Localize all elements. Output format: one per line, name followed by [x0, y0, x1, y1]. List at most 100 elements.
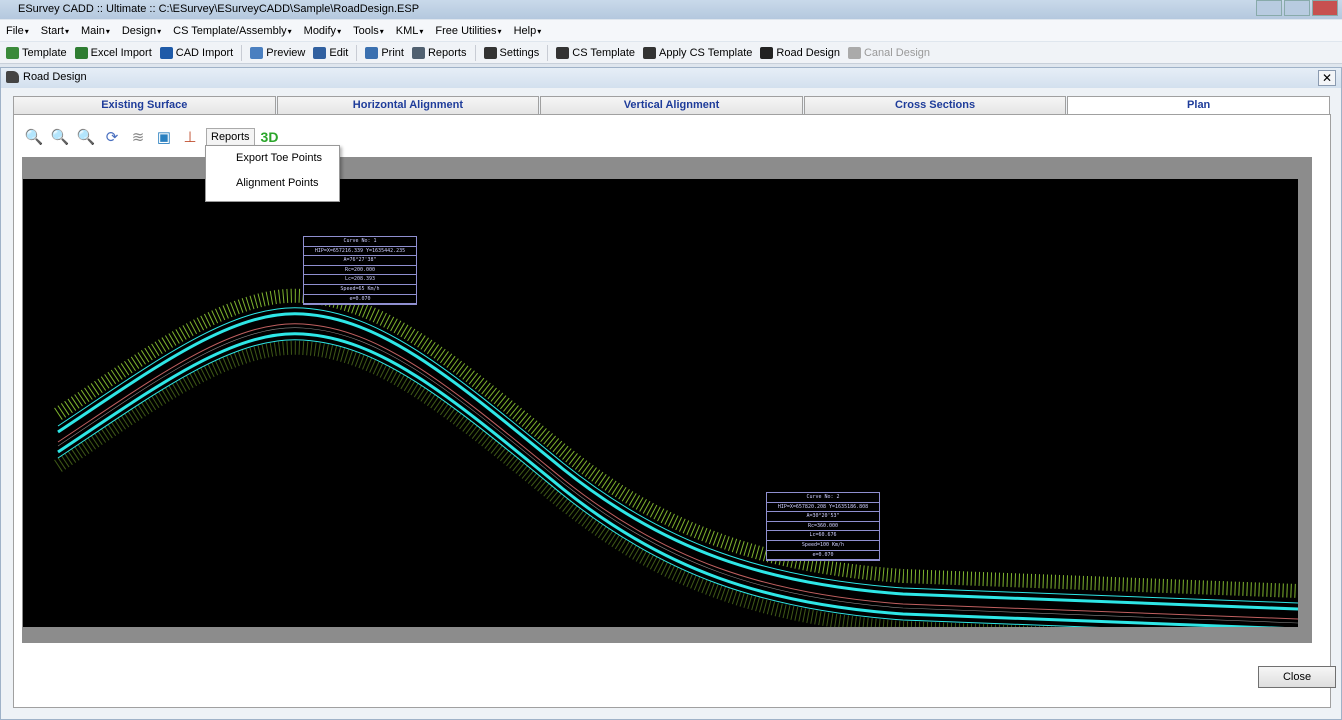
preview-icon — [250, 46, 264, 59]
toolbar-separator — [474, 44, 476, 61]
curve-2-table: Curve No: 2 HIP=X=657820.208 Y=1635186.80… — [766, 492, 880, 562]
reports-button[interactable]: Reports — [411, 46, 467, 59]
export-icon[interactable]: ⊥ — [180, 127, 200, 147]
zoom-extents-icon[interactable]: 🔍 — [24, 127, 44, 147]
menu-main[interactable]: Main — [81, 25, 110, 37]
menu-cs-template[interactable]: CS Template/Assembly — [173, 25, 292, 37]
cs-template-button[interactable]: CS Template — [556, 46, 636, 59]
apply-cs-template-button[interactable]: Apply CS Template — [643, 46, 753, 59]
menu-bar: File Start Main Design CS Template/Assem… — [0, 20, 1342, 41]
toolbar-label: Preview — [266, 46, 306, 59]
curve-table-row: Curve No: 1 — [304, 237, 416, 247]
toolbar-separator — [356, 44, 358, 61]
curve-table-row: Lc=60.676 — [767, 531, 879, 541]
toe-hatching — [58, 296, 1298, 627]
plan-panel: 🔍 🔍 🔍 ⟳ ≋ ▣ ⊥ Reports 3D Curve No: 1 HIP=… — [13, 114, 1331, 708]
layers-icon[interactable]: ≋ — [128, 127, 148, 147]
app-title-bar: ESurvey CADD :: Ultimate :: C:\ESurvey\E… — [0, 0, 1342, 19]
plan-canvas[interactable]: Curve No: 1 HIP=X=657216.339 Y=1635442.23… — [23, 179, 1298, 627]
tab-existing-surface[interactable]: Existing Surface — [13, 96, 276, 115]
toolbar-separator — [241, 44, 243, 61]
road-design-button[interactable]: Road Design — [760, 46, 840, 59]
close-button[interactable]: Close — [1258, 666, 1336, 688]
curve-table-row: Rc=200.000 — [304, 266, 416, 276]
preview-button[interactable]: Preview — [250, 46, 306, 59]
settings-icon — [483, 46, 497, 59]
print-icon — [365, 46, 379, 59]
cad-import-icon — [159, 46, 173, 59]
window-title: Road Design — [23, 71, 87, 83]
menu-item-export-toe-points[interactable]: Export Toe Points — [206, 146, 339, 171]
app-title: ESurvey CADD :: Ultimate :: C:\ESurvey\E… — [18, 3, 420, 15]
curve-table-row: A=30°20'53" — [767, 512, 879, 522]
reports-icon — [411, 46, 425, 59]
curve-table-row: Curve No: 2 — [767, 493, 879, 503]
curve-table-row: Lc=208.393 — [304, 275, 416, 285]
cs-template-icon — [556, 46, 570, 59]
settings-button[interactable]: Settings — [483, 46, 540, 59]
curve-table-row: e=0.070 — [304, 295, 416, 305]
menu-modify[interactable]: Modify — [304, 25, 341, 37]
excel-import-button[interactable]: Excel Import — [74, 46, 152, 59]
main-toolbar: Template Excel Import CAD Import Preview Edi… — [0, 42, 1342, 64]
cad-import-button[interactable]: CAD Import — [159, 46, 234, 59]
maximize-button[interactable] — [1284, 0, 1310, 16]
zoom-out-icon[interactable]: 🔍 — [50, 127, 70, 147]
template-button[interactable]: Template — [6, 46, 67, 59]
curve-table-row: HIP=X=657216.339 Y=1635442.235 — [304, 247, 416, 257]
3d-view-button[interactable]: 3D — [261, 129, 279, 145]
tab-cross-sections[interactable]: Cross Sections — [803, 96, 1067, 115]
edit-button[interactable]: Edit — [313, 46, 349, 59]
curve-table-row: Rc=360.000 — [767, 522, 879, 532]
reports-menu: Export Toe Points Alignment Points — [205, 145, 340, 202]
toolbar-label: CAD Import — [175, 46, 234, 59]
menu-kml[interactable]: KML — [396, 25, 424, 37]
edit-icon — [313, 46, 327, 59]
canal-design-button[interactable]: Canal Design — [847, 46, 931, 59]
toolbar-label: Settings — [499, 46, 540, 59]
toolbar-label: Print — [381, 46, 404, 59]
menu-tools[interactable]: Tools — [353, 25, 384, 37]
road-plan-drawing — [23, 179, 1298, 627]
curve-table-row: HIP=X=657820.208 Y=1635186.808 — [767, 503, 879, 513]
print-button[interactable]: Print — [365, 46, 404, 59]
curve-1-table: Curve No: 1 HIP=X=657216.339 Y=1635442.23… — [303, 236, 417, 306]
apply-cs-template-icon — [643, 46, 657, 59]
excel-icon — [74, 46, 88, 59]
menu-free-utilities[interactable]: Free Utilities — [435, 25, 501, 37]
toolbar-label: Apply CS Template — [659, 46, 753, 59]
toolbar-label: Template — [22, 46, 67, 59]
road-design-window: Road Design ✕ Existing Surface Horizontal… — [0, 67, 1342, 720]
road-design-icon — [760, 46, 774, 59]
tab-plan[interactable]: Plan — [1067, 96, 1330, 115]
toolbar-separator — [547, 44, 549, 61]
road-design-icon — [6, 71, 19, 83]
curve-table-row: e=0.070 — [767, 551, 879, 561]
tab-horizontal-alignment[interactable]: Horizontal Alignment — [276, 96, 540, 115]
close-app-button[interactable] — [1312, 0, 1338, 16]
toolbar-label: CS Template — [572, 46, 636, 59]
toolbar-label: Canal Design — [863, 46, 931, 59]
tab-vertical-alignment[interactable]: Vertical Alignment — [540, 96, 803, 115]
plan-view-frame: Curve No: 1 HIP=X=657216.339 Y=1635442.23… — [22, 157, 1312, 643]
window-close-icon[interactable]: ✕ — [1318, 70, 1336, 86]
toolbar-label: Edit — [329, 46, 349, 59]
zoom-in-icon[interactable]: 🔍 — [76, 127, 96, 147]
curve-table-row: Speed=65 Km/h — [304, 285, 416, 295]
menu-design[interactable]: Design — [122, 25, 161, 37]
curve-table-row: Speed=100 Km/h — [767, 541, 879, 551]
map-icon[interactable]: ▣ — [154, 127, 174, 147]
toolbar-label: Road Design — [776, 46, 840, 59]
toolbar-label: Reports — [427, 46, 467, 59]
minimize-button[interactable] — [1256, 0, 1282, 16]
refresh-icon[interactable]: ⟳ — [102, 127, 122, 147]
curve-table-row: A=76°27'38" — [304, 256, 416, 266]
toolbar-label: Excel Import — [90, 46, 152, 59]
reports-dropdown-button[interactable]: Reports — [206, 128, 255, 146]
menu-file[interactable]: File — [6, 25, 29, 37]
canal-design-icon — [847, 46, 861, 59]
menu-item-alignment-points[interactable]: Alignment Points — [206, 171, 339, 196]
menu-help[interactable]: Help — [514, 25, 542, 37]
template-icon — [6, 46, 19, 59]
menu-start[interactable]: Start — [41, 25, 69, 37]
